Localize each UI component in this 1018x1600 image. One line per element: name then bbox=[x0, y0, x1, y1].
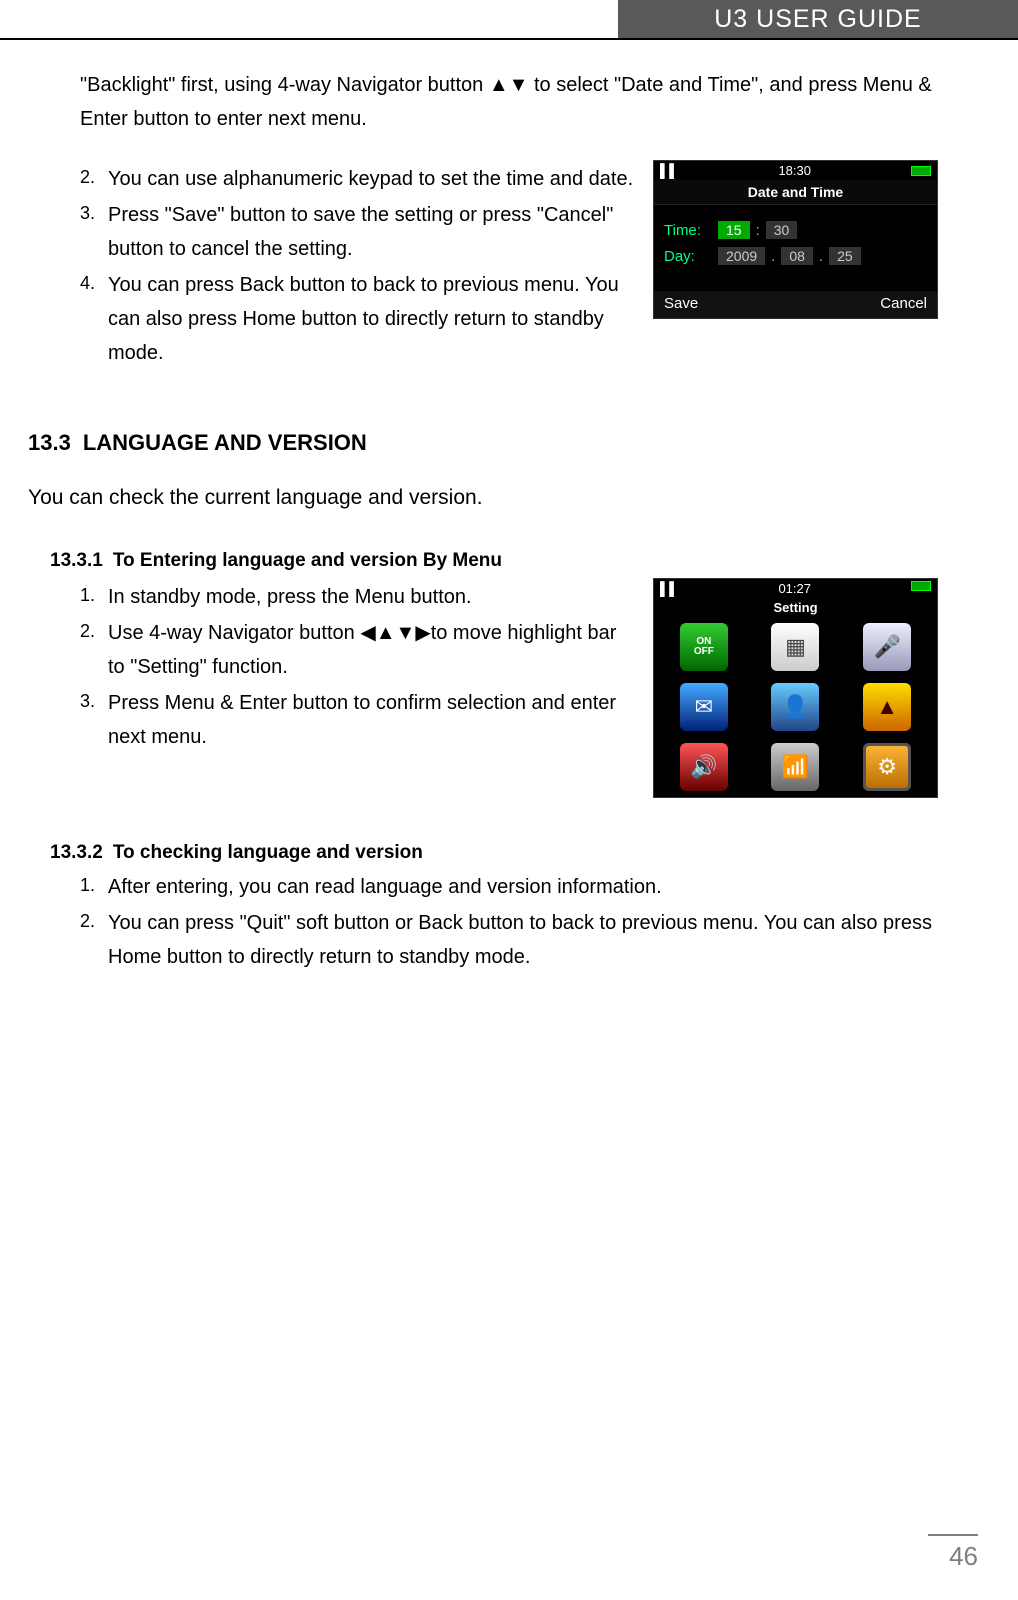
page-number: 46 bbox=[949, 1541, 978, 1572]
list-item: 2.You can press "Quit" soft button or Ba… bbox=[80, 906, 938, 974]
subsection-number: 13.3.1 bbox=[50, 550, 103, 571]
battery-icon bbox=[911, 166, 931, 176]
hour-field: 15 bbox=[718, 221, 750, 239]
step-text: You can press Back button to back to pre… bbox=[108, 274, 619, 364]
step-text: You can use alphanumeric keypad to set t… bbox=[108, 168, 633, 190]
month-field: 08 bbox=[781, 247, 813, 265]
network-icon: 📶 bbox=[771, 743, 819, 791]
subsection-heading: 13.3.2 To checking language and version bbox=[50, 842, 938, 864]
signal-icon: ▌▌ bbox=[660, 581, 678, 596]
year-field: 2009 bbox=[718, 247, 765, 265]
list-item: 2.You can use alphanumeric keypad to set… bbox=[80, 162, 635, 196]
step-text: You can press "Quit" soft button or Back… bbox=[108, 912, 932, 968]
date-field: 25 bbox=[829, 247, 861, 265]
clock-text: 01:27 bbox=[778, 581, 811, 596]
section-number: 13.3 bbox=[28, 430, 71, 455]
header-bar: U3 USER GUIDE bbox=[0, 0, 1018, 40]
header-spacer bbox=[0, 0, 618, 38]
section-title: LANGUAGE AND VERSION bbox=[83, 430, 367, 455]
list-item: 2.Use 4-way Navigator button ◀▲▼▶to move… bbox=[80, 616, 635, 684]
list-item: 1.After entering, you can read language … bbox=[80, 870, 938, 904]
signal-icon: ▌▌ bbox=[660, 163, 678, 178]
subsection-number: 13.3.2 bbox=[50, 842, 103, 863]
list-item: 1.In standby mode, press the Menu button… bbox=[80, 580, 635, 614]
calendar-icon: ▦ bbox=[771, 623, 819, 671]
checking-steps: 1.After entering, you can read language … bbox=[80, 870, 938, 974]
section-heading: 13.3 LANGUAGE AND VERSION bbox=[28, 430, 938, 456]
screen-title: Date and Time bbox=[654, 180, 937, 205]
clock-text: 18:30 bbox=[778, 163, 811, 178]
entering-steps: 1.In standby mode, press the Menu button… bbox=[80, 580, 635, 754]
screen-title: Setting bbox=[654, 598, 937, 617]
subsection-heading: 13.3.1 To Entering language and version B… bbox=[50, 550, 938, 572]
step-text: Press Menu & Enter button to confirm sel… bbox=[108, 692, 616, 748]
contact-icon: 👤 bbox=[771, 683, 819, 731]
step-text: Press "Save" button to save the setting … bbox=[108, 204, 613, 260]
day-label: Day: bbox=[664, 248, 712, 265]
step-text: Use 4-way Navigator button ◀▲▼▶to move h… bbox=[108, 622, 616, 678]
section-intro: You can check the current language and v… bbox=[28, 480, 938, 516]
list-item: 4.You can press Back button to back to p… bbox=[80, 268, 635, 370]
step-text: In standby mode, press the Menu button. bbox=[108, 586, 472, 608]
subsection-title: To checking language and version bbox=[113, 842, 423, 863]
mic-icon: 🎤 bbox=[863, 623, 911, 671]
softkey-cancel: Cancel bbox=[880, 295, 927, 312]
doc-title: U3 USER GUIDE bbox=[618, 0, 1018, 38]
minute-field: 30 bbox=[766, 221, 798, 239]
softkey-save: Save bbox=[664, 295, 698, 312]
subsection-title: To Entering language and version By Menu bbox=[113, 550, 502, 571]
step-text: After entering, you can read language an… bbox=[108, 876, 662, 898]
date-time-steps: 2.You can use alphanumeric keypad to set… bbox=[80, 162, 635, 370]
list-item: 3.Press Menu & Enter button to confirm s… bbox=[80, 686, 635, 754]
screenshot-date-time: ▌▌ 18:30 Date and Time Time: 15 : 30 Day… bbox=[653, 160, 938, 319]
onoff-icon: ONOFF bbox=[680, 623, 728, 671]
continued-paragraph: "Backlight" first, using 4-way Navigator… bbox=[80, 68, 938, 136]
battery-icon bbox=[911, 581, 931, 591]
settings-icon: ⚙ bbox=[863, 743, 911, 791]
screenshot-setting-menu: ▌▌ 01:27 Setting ONOFF ▦ 🎤 ✉ 👤 ▲ 🔊 bbox=[653, 578, 938, 798]
time-label: Time: bbox=[664, 222, 712, 239]
footer-rule bbox=[928, 1534, 978, 1536]
mail-icon: ✉ bbox=[680, 683, 728, 731]
sound-icon: 🔊 bbox=[680, 743, 728, 791]
warning-icon: ▲ bbox=[863, 683, 911, 731]
list-item: 3.Press "Save" button to save the settin… bbox=[80, 198, 635, 266]
